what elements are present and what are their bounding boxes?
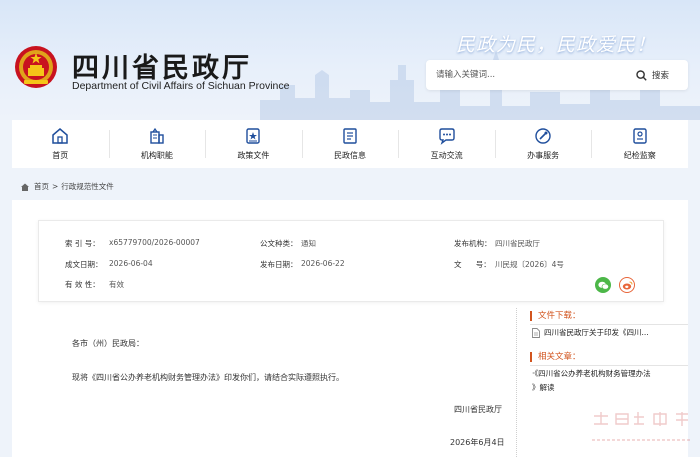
downloads-rule: [530, 324, 688, 325]
wechat-icon: [597, 281, 609, 289]
inspection-icon: [633, 128, 647, 144]
download-item-label: 四川省民政厅关于印发《四川...: [544, 328, 649, 337]
nav-item-organization[interactable]: 机构职能: [108, 120, 206, 168]
nav-item-policy[interactable]: 政策文件: [205, 120, 302, 168]
article-signature: 四川省民政厅: [454, 405, 502, 414]
issuer-label: 发布机构：: [454, 239, 492, 248]
search-icon: [636, 69, 647, 81]
nav-item-services[interactable]: 办事服务: [494, 120, 592, 168]
related-article-link[interactable]: ·《四川省公办养老机构财务管理办法 》解读: [532, 368, 651, 393]
nav-item-inspection[interactable]: 纪检监察: [591, 120, 688, 168]
slogan: 民政为民，民政爱民！: [456, 34, 657, 56]
chat-icon: [438, 128, 455, 145]
share-wechat-button[interactable]: [595, 277, 611, 293]
doc-number-value: 川民规〔2026〕4号: [495, 260, 564, 269]
breadcrumb: 首页 > 行政规范性文件: [20, 181, 114, 192]
doc-type-label: 公文种类：: [260, 239, 298, 248]
column-divider: [516, 308, 517, 457]
validity-label: 有 效 性：: [65, 280, 100, 289]
search-button-label: 搜索: [652, 71, 670, 81]
doc-type-value: 通知: [301, 239, 316, 248]
article-salutation: 各市（州）民政局：: [72, 339, 144, 348]
national-emblem-icon: [15, 46, 57, 88]
validity-value: 有效: [109, 280, 124, 289]
site-subtitle: Department of Civil Affairs of Sichuan P…: [72, 80, 290, 92]
service-icon: [535, 128, 551, 144]
issuer-value: 四川省民政厅: [495, 239, 540, 248]
downloads-heading: 文件下载：: [530, 311, 581, 321]
nav-label: 首页: [52, 151, 69, 160]
nav-item-interaction[interactable]: 互动交流: [398, 120, 495, 168]
nav-label: 办事服务: [527, 151, 560, 160]
published-date-value: 2026-06-22: [301, 259, 345, 268]
search-input[interactable]: [436, 60, 626, 90]
nav-label: 民政信息: [334, 151, 367, 160]
published-date-label: 发布日期：: [260, 260, 298, 269]
related-article-line: 》解读: [532, 383, 555, 392]
nav-label: 政策文件: [237, 151, 270, 160]
related-article-line: ·《四川省公办养老机构财务管理办法: [532, 369, 651, 378]
index-value: x65779700/2026-00007: [109, 238, 200, 247]
search-button[interactable]: 搜索: [636, 60, 688, 90]
document-icon: [246, 128, 261, 144]
home-icon: [52, 128, 69, 144]
formed-date-label: 成文日期：: [65, 260, 103, 269]
article-paragraph: 现将《四川省公办养老机构财务管理办法》印发你们，请结合实际遵照执行。: [72, 373, 344, 382]
index-label: 索 引 号：: [65, 239, 100, 248]
formed-date-value: 2026-06-04: [109, 259, 153, 268]
related-rule: [530, 365, 688, 366]
nav-item-news[interactable]: 民政信息: [301, 120, 399, 168]
home-icon: [21, 183, 29, 191]
main-nav: 首页 机构职能 政策文件 民政信息 互动交流 办事服务 纪检监察: [12, 120, 688, 168]
download-item[interactable]: 四川省民政厅关于印发《四川...: [532, 327, 649, 338]
share-weibo-button[interactable]: [619, 277, 635, 293]
breadcrumb-separator: >: [52, 182, 59, 191]
breadcrumb-home-link[interactable]: 首页: [34, 181, 49, 192]
info-icon: [343, 128, 357, 144]
breadcrumb-current[interactable]: 行政规范性文件: [61, 181, 114, 192]
nav-label: 机构职能: [140, 151, 173, 160]
file-icon: [532, 327, 540, 338]
nav-label: 互动交流: [430, 151, 463, 160]
article-date: 2026年6月4日: [450, 438, 505, 447]
document-meta: 索 引 号： x65779700/2026-00007 公文种类： 通知 发布机…: [38, 220, 664, 302]
weibo-icon: [622, 281, 632, 289]
nav-item-home[interactable]: 首页: [12, 120, 109, 168]
building-icon: [150, 127, 164, 144]
related-heading: 相关文章：: [530, 352, 581, 362]
watermark-logo: [592, 412, 692, 441]
content-panel: 索 引 号： x65779700/2026-00007 公文种类： 通知 发布机…: [12, 200, 688, 457]
doc-number-label: 文 号：: [454, 260, 491, 269]
nav-label: 纪检监察: [623, 151, 656, 160]
